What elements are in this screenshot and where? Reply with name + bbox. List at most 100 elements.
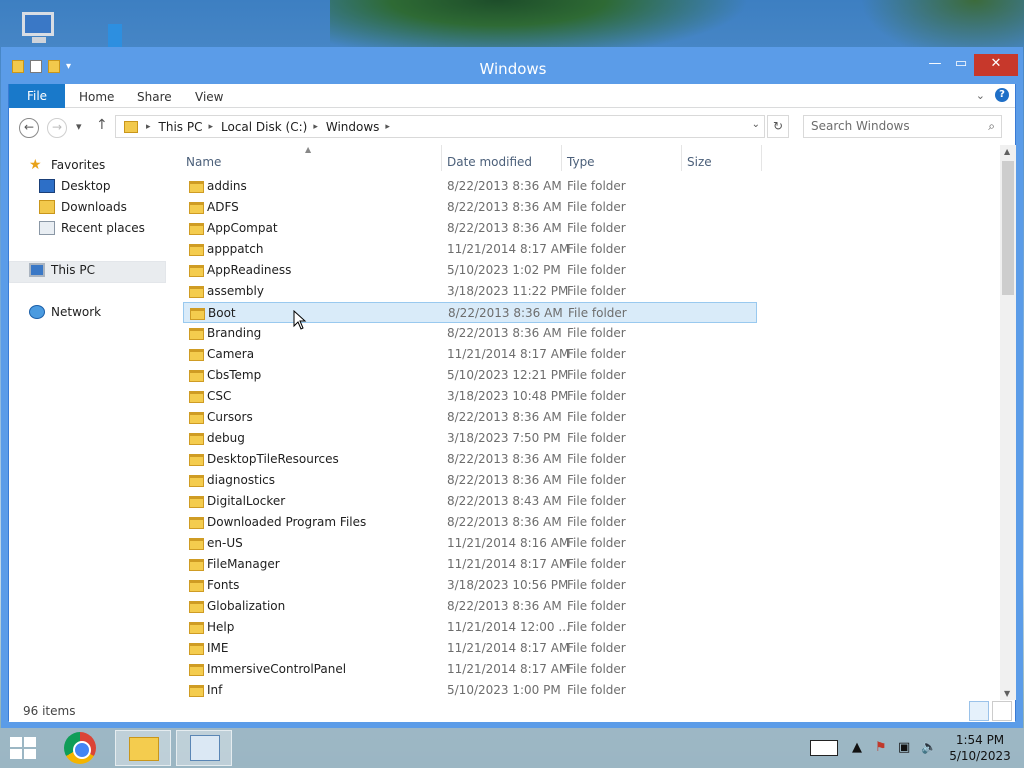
table-row[interactable]: Cursors 8/22/2013 8:36 AM File folder [183,407,757,428]
tab-file[interactable]: File [9,84,65,108]
table-row[interactable]: debug 3/18/2023 7:50 PM File folder [183,428,757,449]
tab-share[interactable]: Share [137,84,172,108]
sidebar-item-desktop[interactable]: Desktop [39,176,111,196]
system-clock[interactable]: 1:54 PM 5/10/2023 [940,732,1020,764]
file-date-modified: 11/21/2014 8:17 AM [447,557,570,571]
file-type: File folder [567,263,626,277]
minimize-button[interactable]: — [922,54,948,76]
sidebar-item-downloads[interactable]: Downloads [39,197,127,217]
column-divider[interactable] [441,145,442,171]
breadcrumb-separator-icon[interactable]: ▸ [146,122,151,132]
table-row[interactable]: ImmersiveControlPanel 11/21/2014 8:17 AM F… [183,659,757,680]
scroll-up-arrow-icon[interactable]: ▲ [1004,147,1010,156]
column-header-date-modified[interactable]: Date modified [447,155,532,169]
table-row[interactable]: Help 11/21/2014 12:00 ... File folder [183,617,757,638]
scroll-down-arrow-icon[interactable]: ▼ [1004,689,1010,698]
table-row[interactable]: addins 8/22/2013 8:36 AM File folder [183,176,757,197]
column-divider[interactable] [761,145,762,171]
address-history-chevron-icon[interactable]: ⌄ [752,119,760,130]
column-divider[interactable] [561,145,562,171]
touch-keyboard-icon[interactable] [810,740,838,756]
forward-button[interactable]: → [47,118,67,138]
file-explorer-taskbar-button[interactable] [115,730,171,766]
table-row[interactable]: ADFS 8/22/2013 8:36 AM File folder [183,197,757,218]
recent-places-icon [39,221,55,235]
close-button[interactable]: ✕ [974,54,1018,76]
table-row[interactable]: IME 11/21/2014 8:17 AM File folder [183,638,757,659]
file-date-modified: 3/18/2023 10:48 PM [447,389,569,403]
table-row[interactable]: DesktopTileResources 8/22/2013 8:36 AM Fil… [183,449,757,470]
vertical-scrollbar[interactable]: ▲ ▼ [1000,145,1016,700]
title-bar[interactable]: ▾ Windows — ▭ ✕ [8,54,1018,84]
sidebar-item-recent-places[interactable]: Recent places [39,218,145,238]
column-header-type[interactable]: Type [567,155,595,169]
table-row[interactable]: Camera 11/21/2014 8:17 AM File folder [183,344,757,365]
table-row[interactable]: assembly 3/18/2023 11:22 PM File folder [183,281,757,302]
table-row[interactable]: apppatch 11/21/2014 8:17 AM File folder [183,239,757,260]
start-button[interactable] [10,737,38,761]
downloads-folder-icon [39,200,55,214]
folder-icon [189,244,204,256]
breadcrumb-separator-icon[interactable]: ▸ [208,122,213,132]
table-row[interactable]: FileManager 11/21/2014 8:17 AM File folder [183,554,757,575]
breadcrumb-separator-icon[interactable]: ▸ [385,122,390,132]
breadcrumb-local-disk[interactable]: Local Disk (C:) [221,120,307,134]
table-row[interactable]: diagnostics 8/22/2013 8:36 AM File folder [183,470,757,491]
help-icon[interactable]: ? [995,88,1009,102]
table-row[interactable]: Branding 8/22/2013 8:36 AM File folder [183,323,757,344]
table-row[interactable]: CSC 3/18/2023 10:48 PM File folder [183,386,757,407]
breadcrumb-separator-icon[interactable]: ▸ [313,122,318,132]
desktop-wallpaper-palm-right [860,0,1024,60]
desktop-shortcut-icon[interactable] [108,24,122,52]
column-header-name[interactable]: Name [186,155,221,169]
table-row[interactable]: Inf 5/10/2023 1:00 PM File folder [183,680,757,700]
sidebar-item-label: Favorites [51,158,106,172]
breadcrumb-windows[interactable]: Windows [326,120,380,134]
recent-locations-chevron-icon[interactable]: ▾ [76,120,82,133]
sidebar-item-favorites[interactable]: ★ Favorites [29,155,105,175]
folder-icon [189,181,204,193]
maximize-button[interactable]: ▭ [948,54,974,76]
scrollbar-thumb[interactable] [1002,161,1014,295]
sidebar-item-this-pc[interactable]: This PC [29,260,95,280]
network-status-icon[interactable]: ▣ [898,740,910,755]
sidebar-item-network[interactable]: Network [29,302,101,322]
table-row[interactable]: en-US 11/21/2014 8:16 AM File folder [183,533,757,554]
folder-icon [189,433,204,445]
chrome-icon[interactable] [64,732,96,764]
back-button[interactable]: ← [19,118,39,138]
tab-home[interactable]: Home [79,84,114,108]
folder-icon [189,286,204,298]
table-row[interactable]: Boot 8/22/2013 8:36 AM File folder [183,302,757,323]
breadcrumb-this-pc[interactable]: This PC [159,120,203,134]
tab-view[interactable]: View [195,84,223,108]
show-hidden-icons-chevron-icon[interactable]: ▲ [852,740,862,755]
table-row[interactable]: Fonts 3/18/2023 10:56 PM File folder [183,575,757,596]
file-type: File folder [567,284,626,298]
action-center-flag-icon[interactable]: ⚑ [875,740,887,755]
file-name: FileManager [207,557,280,571]
table-row[interactable]: Downloaded Program Files 8/22/2013 8:36 A… [183,512,757,533]
column-divider[interactable] [681,145,682,171]
expand-ribbon-chevron-icon[interactable]: ⌄ [976,89,985,102]
this-pc-desktop-icon[interactable] [18,8,62,48]
file-type: File folder [567,368,626,382]
file-name: Branding [207,326,262,340]
table-row[interactable]: DigitalLocker 8/22/2013 8:43 AM File folde… [183,491,757,512]
search-icon[interactable]: ⌕ [988,116,995,137]
control-panel-taskbar-button[interactable] [176,730,232,766]
large-icons-view-button[interactable] [992,701,1012,721]
volume-muted-icon[interactable]: 🔈 [921,740,937,755]
details-view-button[interactable] [969,701,989,721]
file-date-modified: 8/22/2013 8:36 AM [447,515,562,529]
table-row[interactable]: AppCompat 8/22/2013 8:36 AM File folder [183,218,757,239]
search-input[interactable]: Search Windows ⌕ [803,115,1002,138]
table-row[interactable]: Globalization 8/22/2013 8:36 AM File folde… [183,596,757,617]
up-button[interactable]: ↑ [96,117,108,133]
table-row[interactable]: CbsTemp 5/10/2023 12:21 PM File folder [183,365,757,386]
folder-icon [189,643,204,655]
column-header-size[interactable]: Size [687,155,712,169]
refresh-button[interactable]: ↻ [767,115,789,138]
address-bar[interactable]: ▸ This PC ▸ Local Disk (C:) ▸ Windows ▸ … [115,115,765,138]
table-row[interactable]: AppReadiness 5/10/2023 1:02 PM File folder [183,260,757,281]
